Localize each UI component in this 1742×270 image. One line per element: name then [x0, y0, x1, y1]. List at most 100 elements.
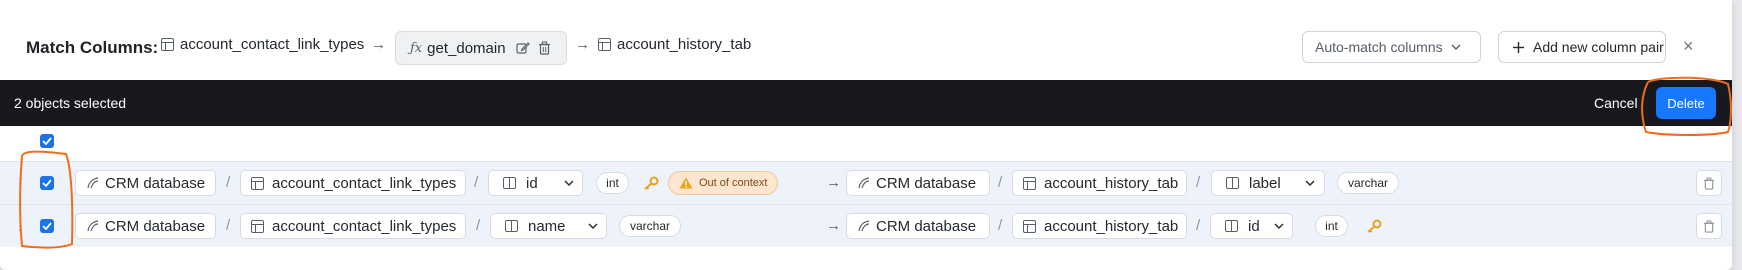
drag-handle-icon[interactable]: ⋮	[14, 176, 26, 190]
type-badge: int	[1315, 215, 1348, 237]
table-icon	[598, 38, 611, 51]
check-icon	[42, 222, 52, 230]
source-column-dropdown[interactable]: name	[490, 213, 607, 239]
warning-text: Out of context	[699, 177, 768, 189]
type-badge: varchar	[1337, 172, 1399, 194]
type-badge: varchar	[619, 215, 681, 237]
separator: /	[476, 217, 481, 234]
chevron-down-icon	[1274, 223, 1284, 229]
target-database-selector[interactable]: CRM database	[846, 213, 990, 239]
auto-match-label: Auto-match columns	[1315, 39, 1443, 55]
row-checkbox[interactable]	[40, 219, 54, 233]
function-icon: ƒx	[410, 40, 423, 56]
add-column-pair-button[interactable]: Add new column pair	[1498, 31, 1666, 63]
add-pair-label: Add new column pair	[1533, 39, 1664, 55]
select-all-checkbox[interactable]	[40, 134, 54, 148]
modal-header: Match Columns: account_contact_link_type…	[0, 0, 1732, 80]
database-icon	[87, 177, 99, 189]
source-table-selector[interactable]: account_contact_link_types	[240, 170, 466, 196]
check-icon	[42, 137, 52, 145]
table-icon	[1023, 176, 1036, 190]
plus-icon	[1513, 41, 1524, 53]
separator: /	[474, 174, 479, 191]
source-table-crumb: account_contact_link_types	[161, 36, 364, 53]
table-icon	[251, 176, 264, 190]
match-columns-modal: Match Columns: account_contact_link_type…	[0, 0, 1732, 270]
trash-icon	[1703, 176, 1715, 190]
column-pair-row: ⋮ CRM database / account_contact_link_ty…	[0, 161, 1732, 204]
separator: /	[226, 217, 231, 234]
key-icon	[644, 176, 659, 190]
separator: /	[1196, 174, 1201, 191]
delete-label: Delete	[1667, 95, 1705, 111]
database-label: CRM database	[876, 174, 977, 192]
table-label: account_contact_link_types	[272, 217, 457, 235]
arrow-icon: →	[826, 217, 841, 234]
close-icon[interactable]: ×	[1683, 36, 1694, 57]
drag-handle-icon[interactable]: ⋮	[14, 219, 26, 233]
database-label: CRM database	[105, 174, 206, 192]
column-icon	[503, 177, 516, 189]
database-icon	[87, 220, 99, 232]
chevron-down-icon	[1451, 44, 1461, 50]
target-table-crumb: account_history_tab	[598, 36, 751, 53]
selected-count: 2 objects selected	[14, 95, 127, 111]
source-database-selector[interactable]: CRM database	[75, 170, 216, 196]
out-of-context-badge: Out of context	[668, 171, 778, 195]
selection-bar: 2 objects selected Cancel Delete	[0, 80, 1732, 126]
trash-icon[interactable]	[538, 41, 551, 55]
column-label: id	[1248, 217, 1260, 235]
row-checkbox[interactable]	[40, 176, 54, 190]
table-icon	[251, 219, 264, 233]
target-column-dropdown[interactable]: label	[1211, 170, 1325, 196]
delete-row-button[interactable]	[1696, 213, 1722, 239]
cancel-button[interactable]: Cancel	[1594, 95, 1638, 111]
target-table-name: account_history_tab	[617, 36, 752, 53]
type-badge: int	[596, 172, 629, 194]
source-database-selector[interactable]: CRM database	[75, 213, 216, 239]
table-label: account_history_tab	[1044, 174, 1179, 192]
column-label: id	[526, 174, 538, 192]
separator: /	[226, 174, 231, 191]
column-label: name	[528, 217, 566, 235]
modal-title: Match Columns:	[26, 38, 159, 57]
database-icon	[858, 177, 870, 189]
trash-icon	[1703, 219, 1715, 233]
chevron-down-icon	[588, 223, 598, 229]
table-icon	[161, 38, 174, 51]
target-table-selector[interactable]: account_history_tab	[1012, 213, 1187, 239]
chevron-down-icon	[1305, 180, 1315, 186]
database-icon	[858, 220, 870, 232]
function-name: get_domain	[427, 39, 506, 57]
delete-row-button[interactable]	[1696, 170, 1722, 196]
column-pair-row: ⋮ CRM database / account_contact_link_ty…	[0, 204, 1732, 247]
chevron-down-icon	[564, 180, 574, 186]
warning-icon	[679, 177, 693, 189]
separator: /	[998, 217, 1003, 234]
arrow-icon: →	[575, 36, 590, 53]
target-database-selector[interactable]: CRM database	[846, 170, 990, 196]
database-label: CRM database	[105, 217, 206, 235]
edit-icon[interactable]	[515, 41, 530, 55]
check-icon	[42, 179, 52, 187]
table-icon	[1023, 219, 1036, 233]
key-icon	[1367, 219, 1382, 233]
source-column-dropdown[interactable]: id	[488, 170, 583, 196]
column-icon	[505, 220, 518, 232]
arrow-icon: →	[371, 36, 386, 53]
function-box[interactable]: ƒx get_domain	[395, 31, 567, 65]
table-label: account_contact_link_types	[272, 174, 457, 192]
column-label: label	[1249, 174, 1281, 192]
column-icon	[1225, 220, 1238, 232]
arrow-icon: →	[826, 174, 841, 191]
delete-button[interactable]: Delete	[1656, 87, 1716, 119]
separator: /	[998, 174, 1003, 191]
database-label: CRM database	[876, 217, 977, 235]
source-table-name: account_contact_link_types	[180, 36, 365, 53]
target-table-selector[interactable]: account_history_tab	[1012, 170, 1187, 196]
target-column-dropdown[interactable]: id	[1210, 213, 1293, 239]
source-table-selector[interactable]: account_contact_link_types	[240, 213, 466, 239]
separator: /	[1196, 217, 1201, 234]
table-label: account_history_tab	[1044, 217, 1179, 235]
auto-match-dropdown[interactable]: Auto-match columns	[1302, 31, 1481, 63]
